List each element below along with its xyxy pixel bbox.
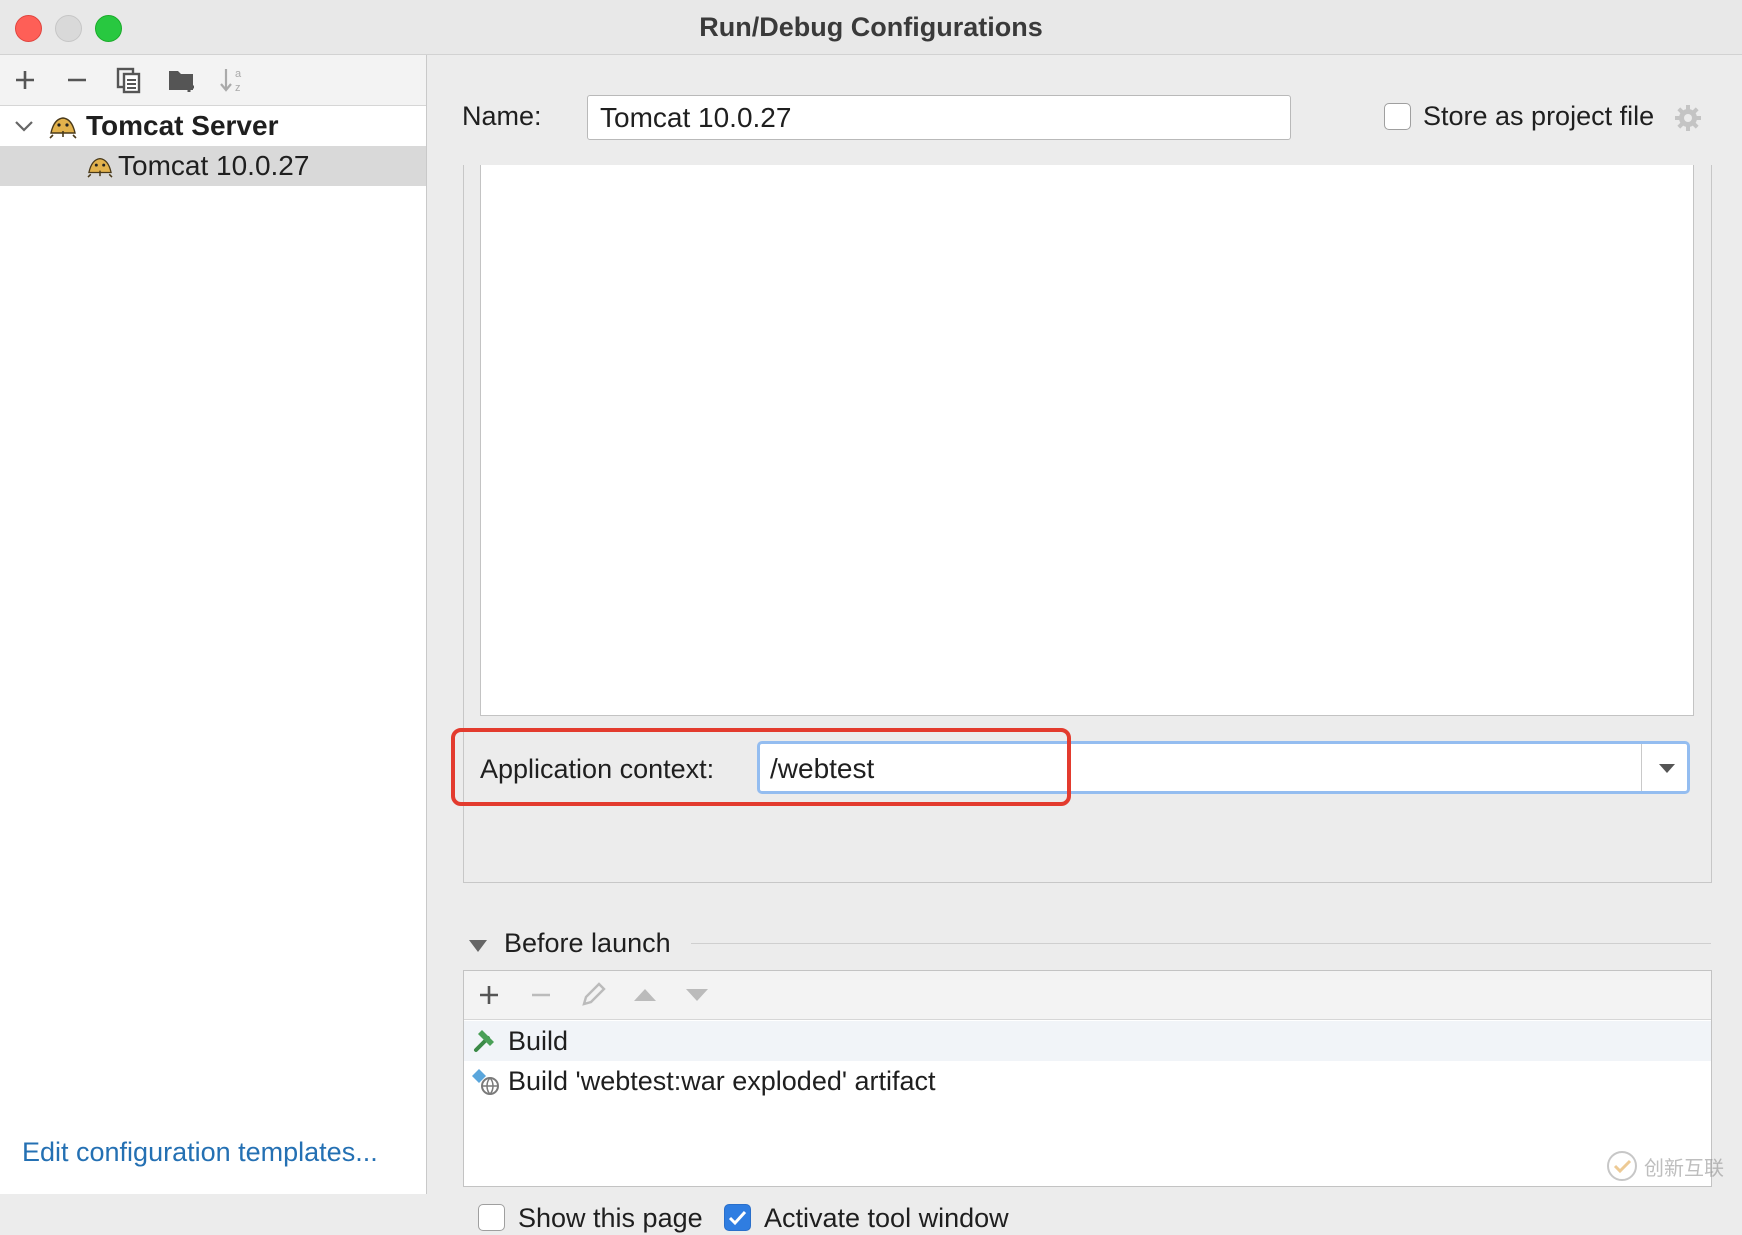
move-up-icon bbox=[634, 989, 656, 1001]
move-down-icon bbox=[686, 989, 708, 1001]
before-launch-item-label: Build 'webtest:war exploded' artifact bbox=[508, 1065, 936, 1096]
tree-group-tomcat-server[interactable]: Tomcat Server bbox=[0, 106, 426, 146]
add-icon bbox=[16, 71, 34, 89]
new-folder-icon bbox=[169, 71, 194, 92]
tomcat-icon bbox=[87, 157, 113, 178]
activate-tool-window-checkbox[interactable] bbox=[724, 1204, 751, 1231]
add-configuration-button[interactable] bbox=[8, 63, 42, 97]
copy-configuration-button[interactable] bbox=[112, 63, 146, 97]
before-launch-move-up-button[interactable] bbox=[628, 978, 662, 1012]
gear-icon[interactable] bbox=[1673, 103, 1703, 133]
artifact-icon bbox=[472, 1069, 499, 1095]
window-title: Run/Debug Configurations bbox=[699, 12, 1043, 42]
tree-group-label: Tomcat Server bbox=[86, 110, 279, 141]
store-as-project-checkbox[interactable] bbox=[1384, 103, 1411, 130]
sidebar-toolbar: az bbox=[0, 55, 426, 106]
sort-button[interactable]: az bbox=[216, 63, 250, 97]
before-launch-item[interactable]: Build 'webtest:war exploded' artifact bbox=[464, 1061, 1711, 1101]
chevron-down-icon[interactable] bbox=[14, 119, 34, 133]
collapse-triangle-icon[interactable] bbox=[467, 938, 489, 954]
show-this-page-checkbox[interactable] bbox=[478, 1204, 505, 1231]
remove-configuration-button[interactable] bbox=[60, 63, 94, 97]
tree-item-label: Tomcat 10.0.27 bbox=[118, 150, 310, 181]
before-launch-item-label: Build bbox=[508, 1025, 569, 1056]
before-launch-toolbar bbox=[464, 971, 1711, 1020]
before-launch-add-button[interactable] bbox=[472, 978, 506, 1012]
store-as-project-label: Store as project file bbox=[1423, 101, 1655, 131]
new-folder-button[interactable] bbox=[165, 63, 199, 97]
before-launch-edit-button[interactable] bbox=[576, 978, 610, 1012]
remove-icon bbox=[532, 993, 550, 997]
hammer-icon bbox=[474, 1030, 494, 1052]
remove-icon bbox=[68, 78, 86, 82]
edit-configuration-templates-link[interactable]: Edit configuration templates... bbox=[22, 1137, 378, 1168]
copy-icon bbox=[116, 67, 141, 94]
show-this-page-label: Show this page bbox=[518, 1203, 703, 1233]
title-bar: Run/Debug Configurations bbox=[0, 0, 1742, 55]
configuration-editor: Name: Store as project file Application … bbox=[427, 55, 1742, 1233]
deployment-list[interactable] bbox=[480, 165, 1694, 716]
watermark-icon bbox=[1607, 1151, 1637, 1181]
tree-item-tomcat-10-0-27[interactable]: Tomcat 10.0.27 bbox=[0, 146, 426, 186]
dropdown-arrow-icon[interactable] bbox=[1652, 758, 1682, 778]
checkmark-icon bbox=[728, 1210, 747, 1226]
name-label: Name: bbox=[462, 101, 542, 131]
sort-icon: az bbox=[220, 68, 242, 94]
highlight-annotation bbox=[451, 728, 1071, 806]
before-launch-label: Before launch bbox=[504, 928, 671, 958]
activate-tool-window-label: Activate tool window bbox=[764, 1203, 1009, 1233]
before-launch-move-down-button[interactable] bbox=[680, 978, 714, 1012]
before-launch-remove-button[interactable] bbox=[524, 978, 558, 1012]
watermark-logo: 创新互联 bbox=[1606, 1148, 1736, 1184]
svg-text:a: a bbox=[235, 68, 242, 80]
svg-text:z: z bbox=[235, 82, 241, 94]
tomcat-icon bbox=[49, 117, 77, 139]
add-icon bbox=[480, 986, 498, 1004]
before-launch-panel: Build Build 'webtest:war exploded' artif… bbox=[463, 970, 1712, 1187]
combobox-divider bbox=[1641, 744, 1642, 791]
name-input[interactable] bbox=[587, 95, 1291, 140]
edit-icon bbox=[582, 982, 606, 1006]
before-launch-separator bbox=[691, 943, 1711, 944]
before-launch-item[interactable]: Build bbox=[464, 1021, 1711, 1061]
configurations-sidebar: az Tomcat Server Tomcat 10.0.27 Edit con… bbox=[0, 55, 427, 1194]
